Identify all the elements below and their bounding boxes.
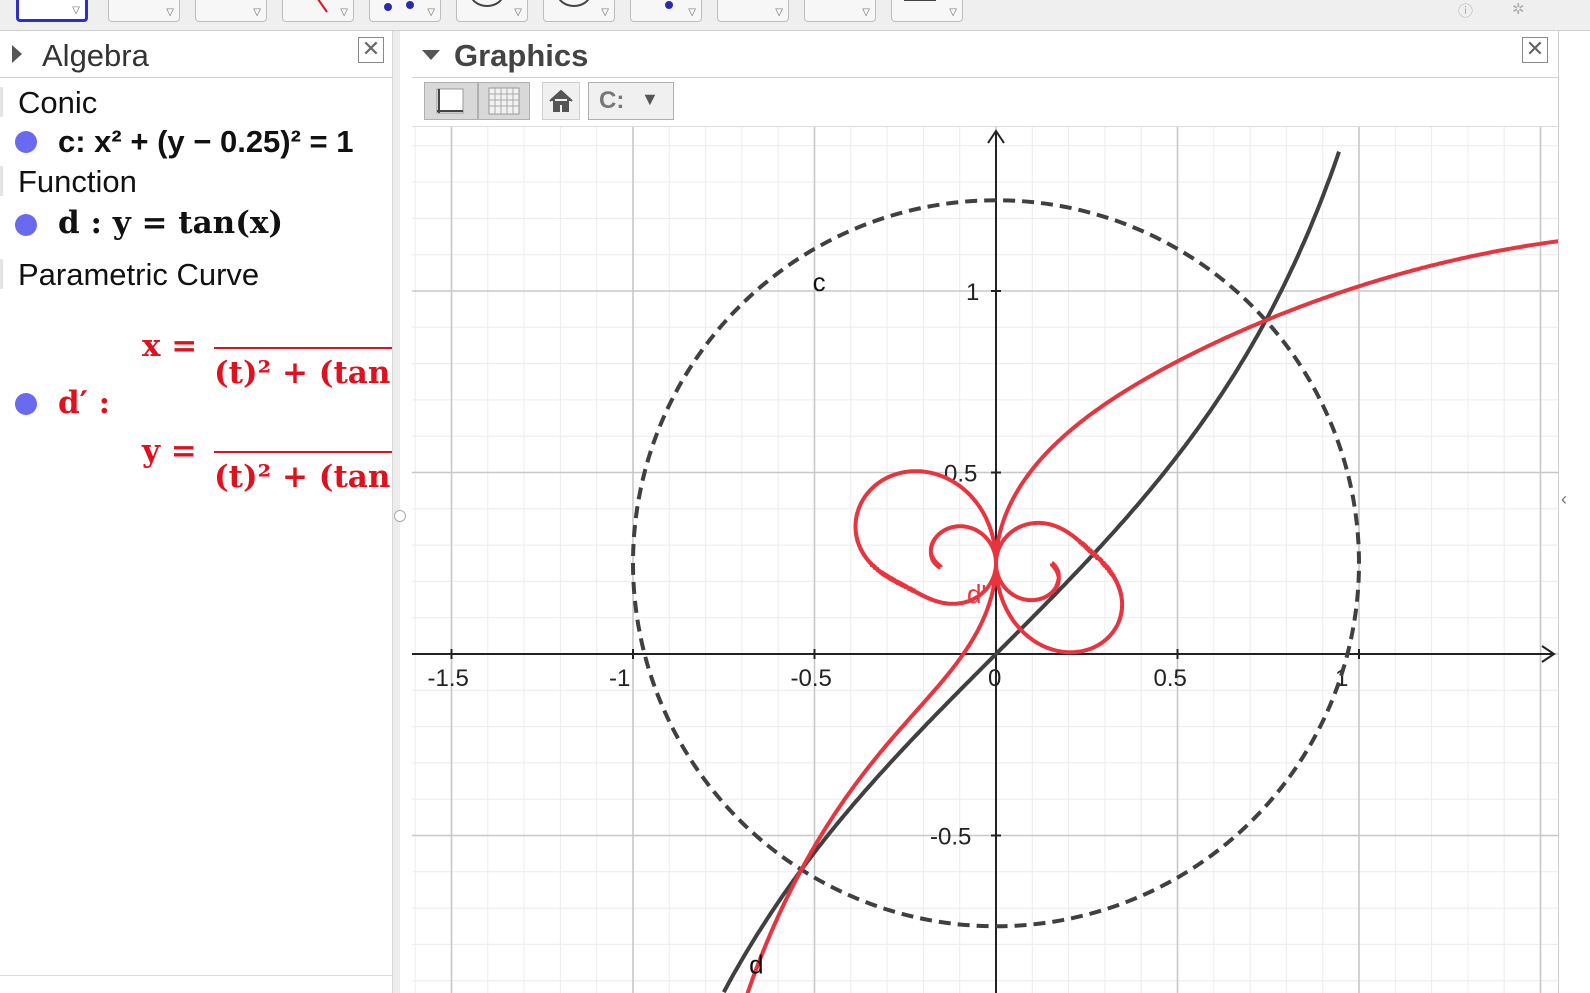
slider-tool-button[interactable]: ▽ xyxy=(891,0,963,22)
visibility-toggle-c[interactable] xyxy=(15,131,37,153)
category-marker xyxy=(0,87,3,117)
chevron-down-icon: ▽ xyxy=(427,7,435,18)
standard-view-button[interactable] xyxy=(542,82,580,120)
chevron-down-icon: ▽ xyxy=(514,7,522,18)
x-tick-label: -1.5 xyxy=(428,665,469,692)
collapse-arrow-icon[interactable] xyxy=(12,45,22,63)
graphics-style-bar: C: ▼ xyxy=(412,78,1558,127)
y-tick-label: 0.5 xyxy=(944,461,977,488)
gear-icon[interactable]: ✲ xyxy=(1512,0,1525,18)
toggle-axes-button[interactable] xyxy=(424,82,478,120)
dprime-x-denominator: (t)² + (tan xyxy=(214,355,391,391)
label-c[interactable]: c xyxy=(813,267,826,297)
y-tick-label: -0.5 xyxy=(930,824,971,851)
category-conic[interactable]: Conic xyxy=(18,85,97,121)
reflect-tool-button[interactable]: ▽ xyxy=(717,0,789,22)
splitter-handle[interactable] xyxy=(394,510,406,522)
axes xyxy=(412,129,1556,993)
chevron-down-icon: ▽ xyxy=(949,7,957,18)
x-tick-label: -1 xyxy=(609,665,630,692)
expand-arrow-icon[interactable] xyxy=(422,50,440,60)
move-tool-button[interactable]: ▽ xyxy=(16,0,88,22)
curve-dprime-name[interactable]: d′ : xyxy=(58,385,110,421)
axes-icon xyxy=(436,88,464,114)
algebra-header: Algebra ✕ xyxy=(0,31,392,78)
polygon-tool-button[interactable]: ▽ xyxy=(369,0,441,22)
chevron-down-icon: ▽ xyxy=(340,7,348,18)
ellipse-tool-button[interactable]: ▽ xyxy=(543,0,615,22)
function-d-definition[interactable]: d : y = tan(x) xyxy=(58,205,283,241)
dprime-y-prefix: y = xyxy=(142,433,197,469)
angle-tool-button[interactable]: ▽ xyxy=(630,0,702,22)
circle-tool-button[interactable]: ▽ xyxy=(456,0,528,22)
dprime-y-denominator: (t)² + (tan xyxy=(214,459,391,495)
x-tick-label: 0.5 xyxy=(1154,665,1187,692)
right-panel-edge: ‹ xyxy=(1558,31,1590,993)
help-icon[interactable]: ⓘ xyxy=(1458,0,1473,21)
algebra-list: Conic c: x² + (y − 0.25)² = 1 Function d… xyxy=(0,77,392,557)
label-dprime[interactable]: d' xyxy=(967,579,986,609)
close-graphics-button[interactable]: ✕ xyxy=(1522,37,1548,63)
chevron-down-icon: ▽ xyxy=(601,7,609,18)
category-marker xyxy=(0,259,3,289)
text-tool-button[interactable]: ▽ xyxy=(804,0,876,22)
chevron-down-icon: ▽ xyxy=(775,7,783,18)
chevron-down-icon: ▽ xyxy=(72,5,80,16)
point-tool-button[interactable]: ▽ xyxy=(108,0,180,22)
grid-major xyxy=(412,127,1558,993)
visibility-toggle-dprime[interactable] xyxy=(15,393,37,415)
line-tool-button[interactable]: ▽ xyxy=(195,0,267,22)
chevron-down-icon: ▼ xyxy=(641,89,659,109)
graphics-title: Graphics xyxy=(454,38,589,73)
point-capturing-label: C: xyxy=(599,87,625,114)
grid-minor xyxy=(412,127,1558,993)
curve-dprime-red[interactable] xyxy=(742,239,1558,993)
x-tick-label: -0.5 xyxy=(791,665,832,692)
dprime-x-prefix: x = xyxy=(142,328,198,364)
grid-icon xyxy=(488,87,520,115)
category-parametric-curve[interactable]: Parametric Curve xyxy=(18,257,259,293)
ellipse-icon xyxy=(558,0,590,7)
toolbar: ▽ ▽ ▽ ▽ ▽ ▽ ▽ ▽ ▽ ▽ ▽ ⓘ ✲ xyxy=(0,0,1590,31)
category-marker xyxy=(0,166,3,196)
algebra-title: Algebra xyxy=(42,38,149,73)
toggle-grid-button[interactable] xyxy=(478,82,530,120)
graphics-header: Graphics ✕ xyxy=(412,31,1558,78)
label-d[interactable]: d xyxy=(749,949,763,979)
point-capturing-dropdown[interactable]: C: ▼ xyxy=(588,82,674,120)
chevron-down-icon: ▽ xyxy=(253,7,261,18)
chevron-down-icon: ▽ xyxy=(862,7,870,18)
graphics-view: Graphics ✕ C: ▼ -1.5 -1 -0.5 0 0.5 1 1 0.5 -0.5 … xyxy=(412,31,1558,993)
dprime-x-fraction-bar xyxy=(214,347,392,349)
close-algebra-button[interactable]: ✕ xyxy=(358,37,384,63)
category-function[interactable]: Function xyxy=(18,164,137,200)
slider-icon xyxy=(904,0,936,1)
chevron-down-icon: ▽ xyxy=(688,7,696,18)
graphics-canvas[interactable]: -1.5 -1 -0.5 0 0.5 110.5-0.5 c d' d xyxy=(412,127,1558,993)
visibility-toggle-d[interactable] xyxy=(15,214,37,236)
dprime-y-fraction-bar xyxy=(214,451,392,453)
polygon-icon xyxy=(384,1,414,11)
angle-icon xyxy=(665,1,673,9)
chevron-left-icon[interactable]: ‹ xyxy=(1561,489,1567,510)
algebra-view: Algebra ✕ Conic c: x² + (y − 0.25)² = 1 … xyxy=(0,31,406,993)
circle-icon xyxy=(471,0,503,7)
x-tick-label: 0 xyxy=(988,665,1001,692)
y-tick-label: 1 xyxy=(966,279,979,306)
divider xyxy=(0,975,392,976)
home-icon xyxy=(549,89,573,112)
perpendicular-tool-button[interactable]: ▽ xyxy=(282,0,354,22)
chevron-down-icon: ▽ xyxy=(166,7,174,18)
conic-c-definition[interactable]: c: x² + (y − 0.25)² = 1 xyxy=(58,124,354,160)
perpendicular-icon xyxy=(317,0,328,13)
